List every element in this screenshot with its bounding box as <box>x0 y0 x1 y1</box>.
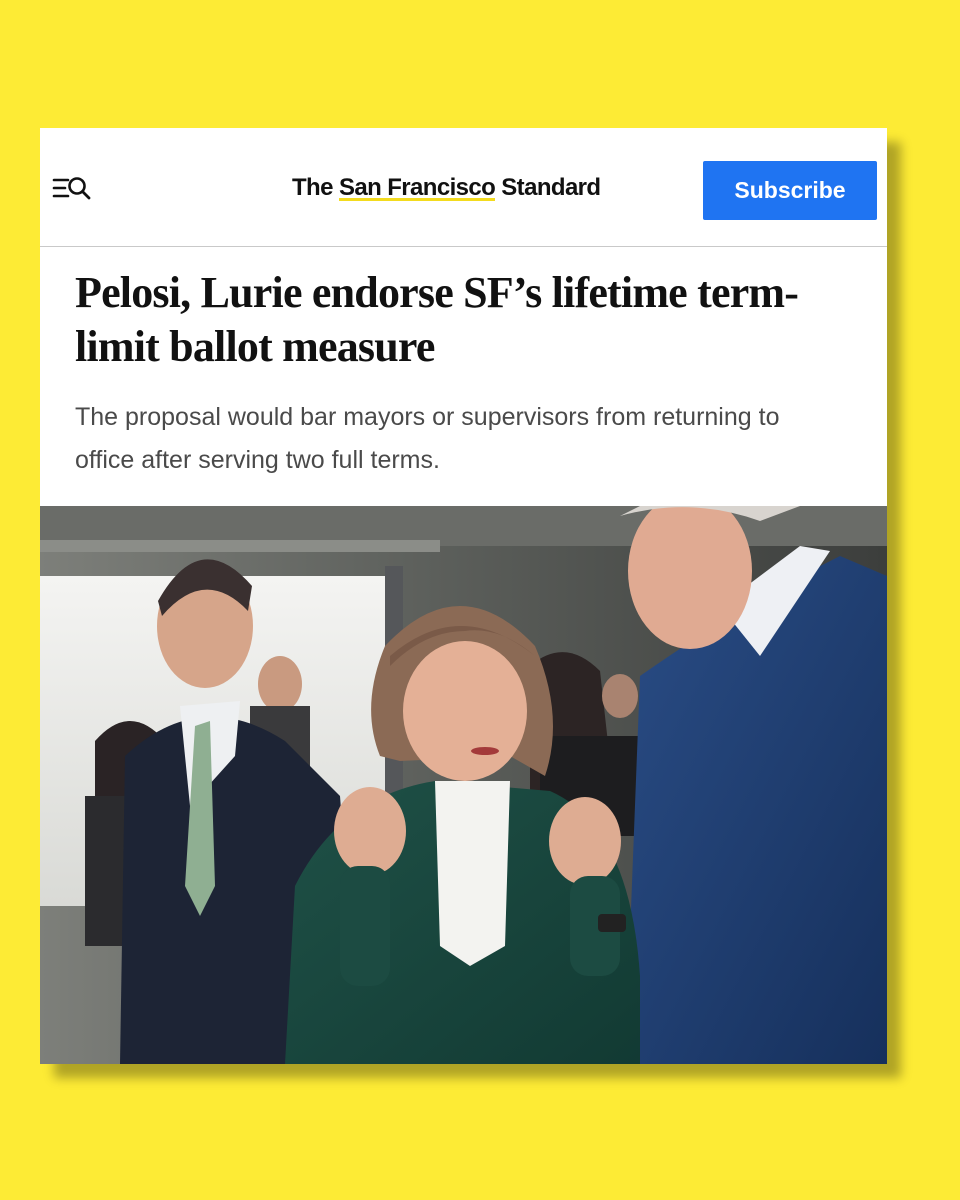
article-dek: The proposal would bar mayors or supervi… <box>75 403 780 474</box>
menu-search-icon[interactable] <box>52 174 94 204</box>
site-header: The San Francisco Standard Subscribe <box>40 128 887 247</box>
logo-prefix: The <box>292 174 339 201</box>
article-photo <box>40 506 887 1064</box>
logo-highlight: San Francisco <box>338 174 496 203</box>
article-card: The San Francisco Standard Subscribe Pel… <box>40 128 887 1064</box>
logo-suffix: Standard <box>495 174 601 201</box>
article-headline: Pelosi, Lurie endorse SF’s lifetime term… <box>75 268 799 371</box>
subscribe-button[interactable]: Subscribe <box>703 161 877 220</box>
site-logo[interactable]: The San Francisco Standard <box>292 174 601 203</box>
